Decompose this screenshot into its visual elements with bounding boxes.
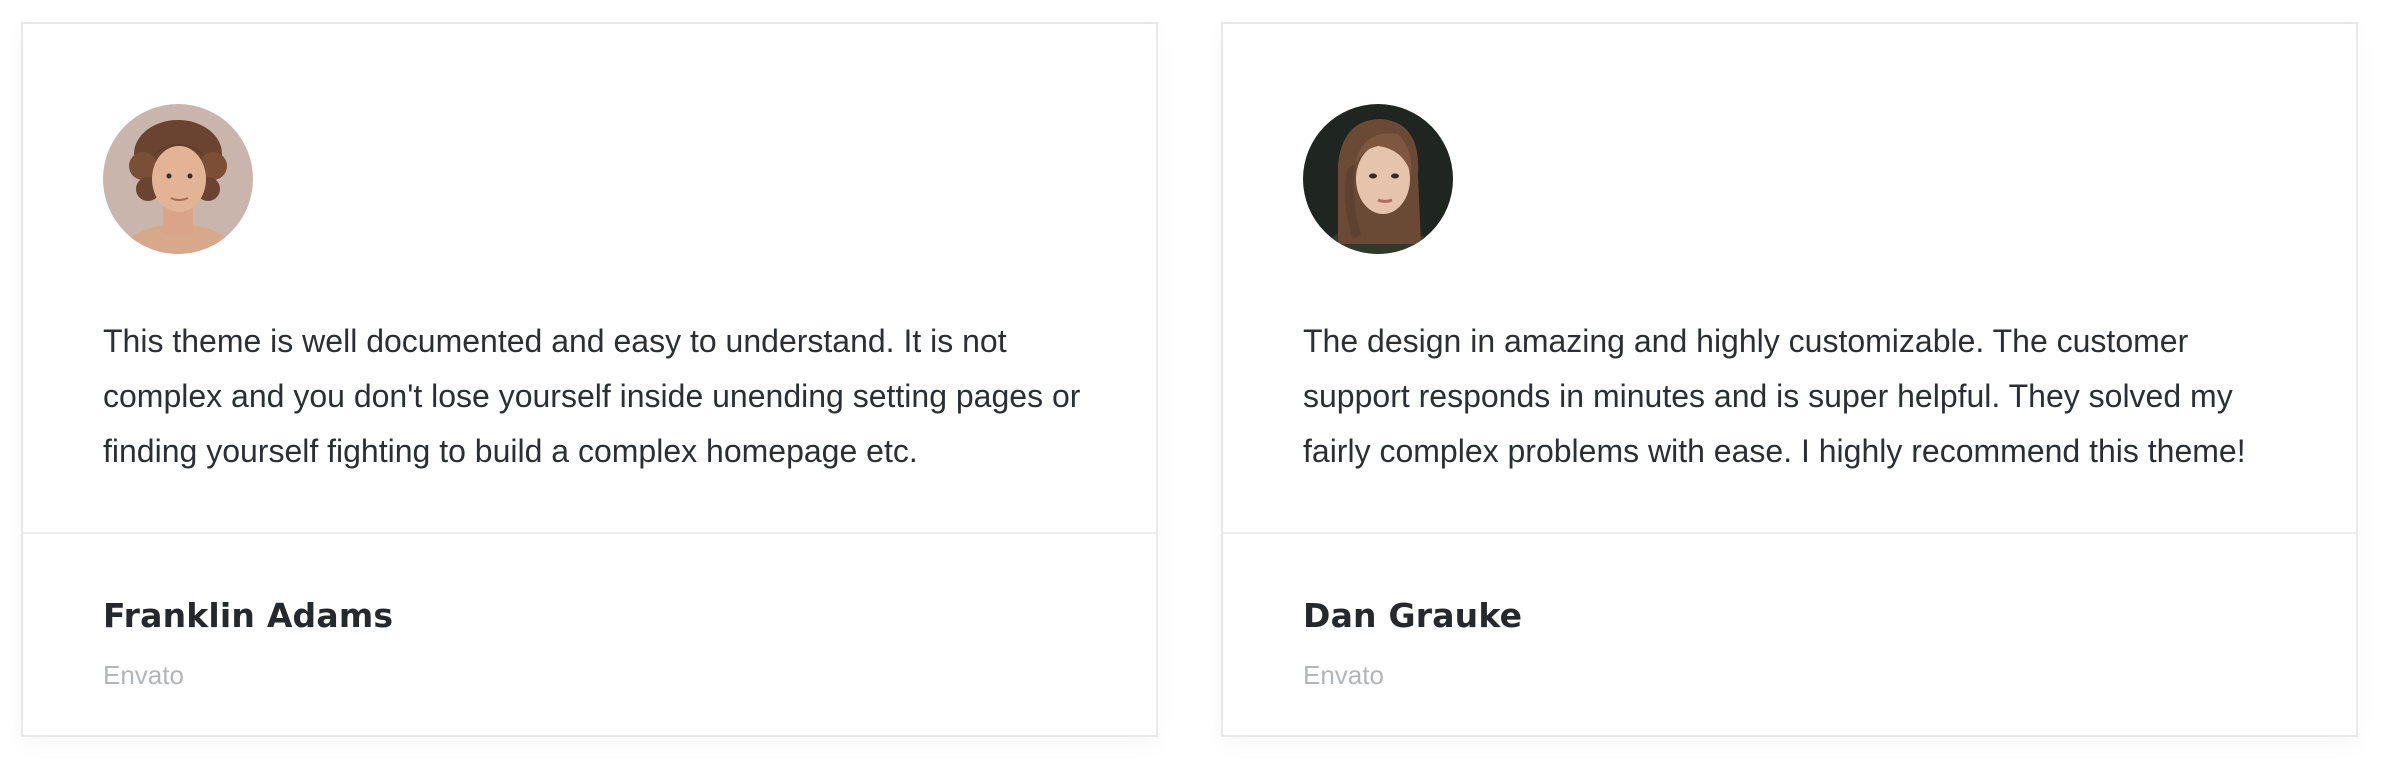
person-curly-hair-avatar-icon bbox=[103, 104, 253, 254]
author-name: Franklin Adams bbox=[103, 596, 394, 635]
testimonial-card: The design in amazing and highly customi… bbox=[1221, 22, 2358, 737]
avatar bbox=[1303, 104, 1453, 254]
testimonial-footer: Dan Grauke Envato bbox=[1223, 534, 2356, 737]
author-company: Envato bbox=[1303, 660, 1384, 690]
testimonial-body: The design in amazing and highly customi… bbox=[1223, 24, 2356, 534]
testimonial-card: This theme is well documented and easy t… bbox=[21, 22, 1158, 737]
author-name: Dan Grauke bbox=[1303, 596, 1523, 635]
testimonial-quote: This theme is well documented and easy t… bbox=[103, 323, 1081, 469]
person-long-hair-avatar-icon bbox=[1303, 104, 1453, 254]
avatar bbox=[103, 104, 253, 254]
testimonial-body: This theme is well documented and easy t… bbox=[23, 24, 1156, 534]
testimonial-footer: Franklin Adams Envato bbox=[23, 534, 1156, 737]
testimonial-quote: The design in amazing and highly customi… bbox=[1303, 323, 2246, 469]
author-company: Envato bbox=[103, 660, 184, 690]
testimonials-section: This theme is well documented and easy t… bbox=[0, 0, 2384, 762]
